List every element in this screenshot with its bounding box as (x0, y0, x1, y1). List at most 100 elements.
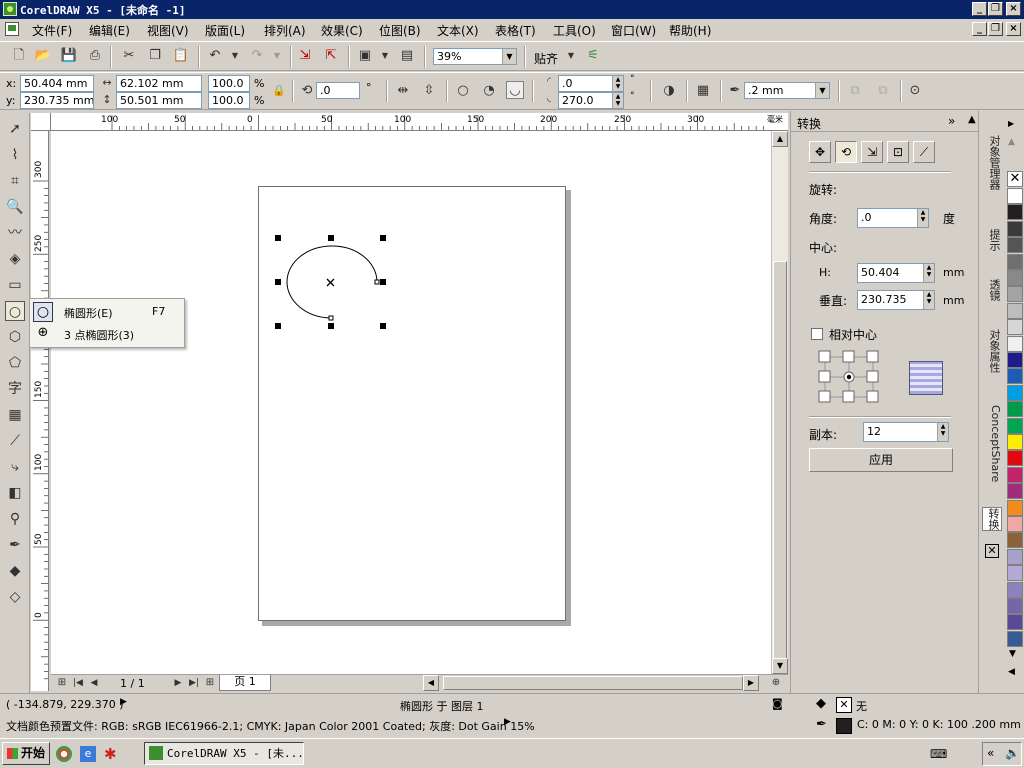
tab-lens[interactable]: 透镜 (982, 279, 1002, 301)
smart-fill-tool-icon[interactable]: ◈ (5, 249, 25, 269)
outline-tool-icon[interactable]: ✒ (5, 535, 25, 555)
color-swatch[interactable] (1007, 384, 1023, 401)
menu-view[interactable]: 视图(V) (147, 22, 189, 39)
fill-tool-icon[interactable]: ◆ (5, 561, 25, 581)
color-swatch[interactable] (1007, 499, 1023, 516)
menu-text[interactable]: 文本(X) (437, 22, 479, 39)
tab-object-properties[interactable]: 对象属性 (982, 329, 1002, 373)
menu-table[interactable]: 表格(T) (495, 22, 536, 39)
menu-help[interactable]: 帮助(H) (669, 22, 711, 39)
size-tab-icon[interactable]: ⊡ (887, 141, 909, 163)
color-swatch[interactable] (1007, 286, 1023, 303)
scale-x-field[interactable]: 100.0 (208, 75, 250, 92)
end-angle-field[interactable]: 270.0 ▲ ▼ (558, 92, 624, 109)
pie-mode-icon[interactable]: ◔ (480, 82, 498, 100)
selection-handle[interactable] (380, 235, 386, 241)
tab-object-manager[interactable]: 对象管理器 (982, 135, 1002, 190)
position-tab-icon[interactable]: ✥ (809, 141, 831, 163)
break-apart-icon[interactable]: ⧉ (874, 82, 892, 100)
x-position-field[interactable]: 50.404 mm (20, 75, 94, 92)
horizontal-ruler[interactable]: 100 50 0 50 100 150 200 250 300 毫米 (51, 113, 788, 131)
copy-icon[interactable]: ❐ (146, 47, 164, 65)
color-swatch[interactable] (1007, 466, 1023, 483)
document-icon[interactable] (5, 22, 19, 36)
options-icon[interactable]: ⚟ (584, 47, 602, 65)
color-swatch[interactable] (1007, 335, 1023, 352)
selection-handle[interactable] (328, 323, 334, 329)
menu-bitmaps[interactable]: 位图(B) (379, 22, 421, 39)
snap-to-button[interactable]: 贴齐 (534, 50, 558, 67)
angle-field[interactable]: .0 ▲ ▼ (857, 208, 929, 228)
convert-outline-icon[interactable]: ⊙ (906, 82, 924, 100)
selected-arc[interactable] (270, 230, 395, 335)
arc-mode-icon[interactable]: ◡ (506, 81, 524, 99)
doc-close-button[interactable]: × (1006, 22, 1021, 36)
snap-status-icon[interactable]: ◙ (772, 697, 783, 710)
three-point-ellipse-icon[interactable]: ⊕ (33, 324, 53, 344)
rectangle-tool-icon[interactable]: ▭ (5, 275, 25, 295)
application-launcher-icon[interactable]: ▣ (356, 47, 374, 65)
selection-handle[interactable] (380, 323, 386, 329)
palette-scroll-up-icon[interactable]: ▶ (1008, 119, 1014, 128)
horizontal-scroll-thumb[interactable] (443, 676, 743, 690)
color-swatch[interactable] (1007, 220, 1023, 237)
mirror-vertical-icon[interactable]: ⇳ (420, 82, 438, 100)
color-swatch[interactable] (1007, 237, 1023, 254)
skew-tab-icon[interactable]: ⟋ (913, 141, 935, 163)
redo-dropdown-icon[interactable]: ▼ (268, 47, 286, 65)
menu-edit[interactable]: 编辑(E) (89, 22, 130, 39)
basic-shapes-tool-icon[interactable]: ⬠ (5, 353, 25, 373)
vertical-scrollbar[interactable]: ▲ ▼ (771, 131, 788, 674)
fill-none-swatch[interactable]: ✕ (836, 697, 852, 713)
maximize-button[interactable]: ❐ (988, 2, 1003, 16)
chrome-icon[interactable] (56, 746, 72, 762)
launcher-dropdown-icon[interactable]: ▼ (376, 47, 394, 65)
table-tool-icon[interactable]: ▦ (5, 405, 25, 425)
vertical-ruler[interactable]: 300250200150100500 (31, 131, 49, 691)
menu-tools[interactable]: 工具(O) (553, 22, 596, 39)
color-swatch[interactable] (1007, 319, 1023, 336)
menu-arrange[interactable]: 排列(A) (264, 22, 306, 39)
color-swatch[interactable] (1007, 368, 1023, 385)
keyboard-icon[interactable]: ⌨ (930, 747, 947, 761)
relative-center-checkbox[interactable] (811, 328, 823, 340)
rotation-angle-field[interactable]: .0 (316, 82, 360, 99)
doc-minimize-button[interactable]: _ (972, 22, 987, 36)
profile-arrow-icon[interactable]: ▶ (504, 717, 511, 727)
selection-handle[interactable] (328, 235, 334, 241)
y-position-field[interactable]: 230.735 mm (20, 92, 94, 109)
flyout-item-ellipse[interactable]: 椭圆形(E) (64, 305, 113, 321)
redo-icon[interactable]: ↷ (248, 47, 266, 65)
apply-button[interactable]: 应用 (809, 448, 953, 472)
paste-icon[interactable]: 📋 (172, 47, 190, 65)
ruler-origin[interactable] (31, 113, 51, 131)
selection-handle[interactable] (380, 279, 386, 285)
flyout-item-3point-ellipse[interactable]: 3 点椭圆形(3) (64, 327, 134, 343)
crop-tool-icon[interactable]: ⌗ (5, 171, 25, 191)
color-swatch[interactable] (1007, 565, 1023, 582)
start-angle-field[interactable]: .0 ▲ ▼ (558, 75, 624, 92)
navigator-icon[interactable]: ⊕ (767, 675, 785, 691)
ie-icon[interactable]: e (80, 746, 96, 762)
palette-scroll-down-icon[interactable]: ▼ (1009, 649, 1016, 659)
zoom-level-select[interactable]: 39% ▼ (433, 48, 517, 65)
rotate-tab-icon[interactable]: ⟲ (835, 141, 857, 163)
tab-transform[interactable]: 转换 (982, 507, 1002, 531)
close-docker-tab-icon[interactable]: ✕ (985, 544, 999, 558)
outline-color-swatch[interactable] (836, 718, 852, 734)
page-tab-1[interactable]: 页 1 (219, 675, 271, 691)
undo-icon[interactable]: ↶ (206, 47, 224, 65)
undo-dropdown-icon[interactable]: ▼ (226, 47, 244, 65)
start-button[interactable]: 开始 (2, 742, 50, 765)
center-v-field[interactable]: 230.735 ▲ ▼ (857, 290, 935, 310)
interactive-fill-tool-icon[interactable]: ◇ (5, 587, 25, 607)
color-swatch[interactable] (1007, 188, 1023, 204)
ellipse-flyout-icon[interactable]: ○ (33, 302, 53, 322)
blend-tool-icon[interactable]: ◧ (5, 483, 25, 503)
mirror-horizontal-icon[interactable]: ⇹ (394, 82, 412, 100)
doc-restore-button[interactable]: ❐ (988, 22, 1003, 36)
add-page-after-icon[interactable]: ⊞ (201, 675, 219, 691)
color-swatch[interactable] (1007, 548, 1023, 565)
tab-conceptshare[interactable]: ConceptShare (982, 405, 1002, 482)
color-swatch[interactable] (1007, 483, 1023, 500)
